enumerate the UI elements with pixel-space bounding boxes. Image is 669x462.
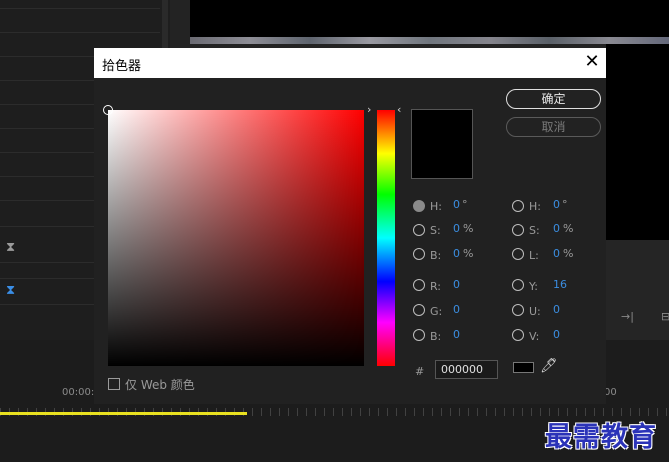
hsl-l-unit: % bbox=[563, 247, 574, 260]
hsb-h-value[interactable]: 0 bbox=[453, 198, 460, 211]
monitor-controls: →| ⊟ bbox=[606, 240, 669, 340]
hex-input[interactable]: 000000 bbox=[435, 360, 498, 379]
rgb-g-label: G: bbox=[430, 305, 443, 318]
hsb-b-unit: % bbox=[463, 247, 474, 260]
rgb-b-label: B: bbox=[430, 330, 442, 343]
hue-slider[interactable] bbox=[377, 110, 395, 366]
rgb-r-radio[interactable] bbox=[413, 279, 425, 291]
hsl-h-value[interactable]: 0 bbox=[553, 198, 560, 211]
color-cursor[interactable] bbox=[103, 105, 113, 115]
dialog-titlebar[interactable]: 拾色器 ✕ bbox=[94, 48, 606, 78]
hsl-l-label: L: bbox=[529, 249, 539, 262]
rgb-g-value[interactable]: 0 bbox=[453, 303, 460, 316]
hourglass-icon: ⧗ bbox=[6, 240, 16, 255]
yuv-v-label: V: bbox=[529, 330, 540, 343]
program-monitor bbox=[190, 0, 669, 38]
hsb-s-radio[interactable] bbox=[413, 224, 425, 236]
dialog-title: 拾色器 bbox=[102, 59, 142, 74]
timeline-time-left: 00:00: bbox=[62, 387, 95, 398]
work-area-bar[interactable] bbox=[0, 412, 247, 415]
hsb-h-label: H: bbox=[430, 200, 442, 213]
hsb-b-radio[interactable] bbox=[413, 248, 425, 260]
rgb-g-radio[interactable] bbox=[413, 304, 425, 316]
hsl-h-label: H: bbox=[529, 200, 541, 213]
hsl-s-radio[interactable] bbox=[512, 224, 524, 236]
hsb-b-label: B: bbox=[430, 249, 442, 262]
yuv-u-radio[interactable] bbox=[512, 304, 524, 316]
video-frame-strip bbox=[190, 37, 669, 44]
yuv-u-value[interactable]: 0 bbox=[553, 303, 560, 316]
yuv-y-value[interactable]: 16 bbox=[553, 278, 567, 291]
hsb-s-unit: % bbox=[463, 222, 474, 235]
color-picker-dialog: 拾色器 ✕ › ‹ 确定 取消 H: 0 ° S: 0 % B: 0 % R: … bbox=[94, 48, 606, 404]
hsl-h-radio[interactable] bbox=[512, 200, 524, 212]
yuv-y-label: Y: bbox=[529, 280, 538, 293]
hsl-l-radio[interactable] bbox=[512, 248, 524, 260]
hsb-s-value[interactable]: 0 bbox=[453, 222, 460, 235]
hex-hash-label: # bbox=[415, 365, 425, 378]
rgb-r-label: R: bbox=[430, 280, 442, 293]
watermark-logo: 最需教育 bbox=[545, 422, 657, 453]
hsl-h-unit: ° bbox=[562, 198, 568, 211]
dialog-body: › ‹ 确定 取消 H: 0 ° S: 0 % B: 0 % R: 0 G: 0… bbox=[94, 78, 606, 404]
web-colors-label: 仅 Web 颜色 bbox=[125, 378, 195, 392]
eyedropper-icon[interactable]: 🖊 bbox=[540, 358, 558, 374]
rgb-b-radio[interactable] bbox=[413, 329, 425, 341]
hsl-l-value[interactable]: 0 bbox=[553, 247, 560, 260]
saturation-brightness-field[interactable] bbox=[108, 110, 364, 366]
yuv-v-value[interactable]: 0 bbox=[553, 328, 560, 341]
cancel-button[interactable]: 取消 bbox=[506, 117, 601, 137]
color-preview-swatch bbox=[411, 109, 473, 179]
hsb-h-radio[interactable] bbox=[413, 200, 425, 212]
hsb-b-value[interactable]: 0 bbox=[453, 247, 460, 260]
yuv-u-label: U: bbox=[529, 305, 541, 318]
close-icon[interactable]: ✕ bbox=[582, 52, 602, 72]
current-color-swatch bbox=[513, 362, 534, 373]
overwrite-icon[interactable]: ⊟ bbox=[661, 310, 669, 323]
rgb-r-value[interactable]: 0 bbox=[453, 278, 460, 291]
hsl-s-value[interactable]: 0 bbox=[553, 222, 560, 235]
hue-slider-right-arrow-icon[interactable]: ‹ bbox=[397, 103, 401, 116]
hourglass-active-icon[interactable]: ⧗ bbox=[6, 283, 15, 298]
hsl-s-unit: % bbox=[563, 222, 574, 235]
hsb-s-label: S: bbox=[430, 224, 441, 237]
ok-button[interactable]: 确定 bbox=[506, 89, 601, 109]
insert-arrow-icon[interactable]: →| bbox=[621, 310, 634, 323]
hue-slider-left-arrow-icon[interactable]: › bbox=[367, 103, 371, 116]
hsl-s-label: S: bbox=[529, 224, 540, 237]
program-monitor-right bbox=[606, 44, 669, 240]
rgb-b-value[interactable]: 0 bbox=[453, 328, 460, 341]
yuv-y-radio[interactable] bbox=[512, 279, 524, 291]
yuv-v-radio[interactable] bbox=[512, 329, 524, 341]
web-colors-checkbox[interactable] bbox=[108, 378, 120, 390]
hsb-h-unit: ° bbox=[462, 198, 468, 211]
